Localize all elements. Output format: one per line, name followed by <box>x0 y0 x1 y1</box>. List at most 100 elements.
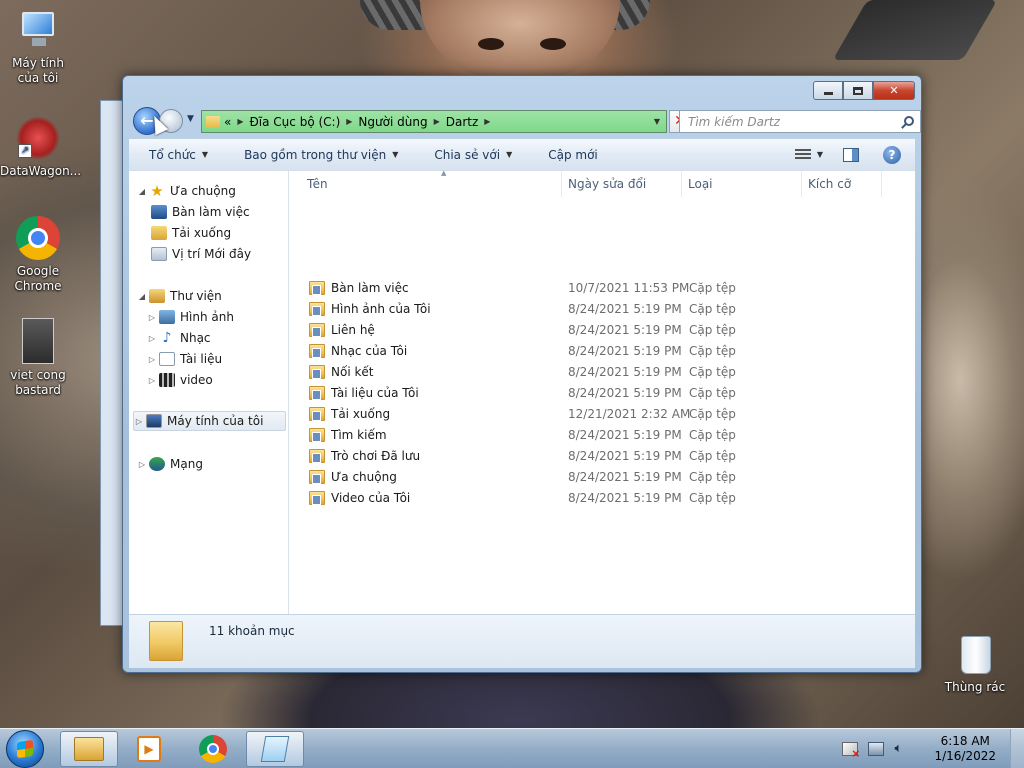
new-folder-button[interactable]: Cập mới <box>528 148 614 162</box>
nav-item-label: Vị trí Mới đây <box>172 247 252 261</box>
table-row[interactable]: Nối kết 8/24/2021 5:19 PM Cặp tệp <box>289 362 915 383</box>
computer-icon <box>16 8 60 52</box>
minimize-icon <box>823 92 833 95</box>
nav-item-videos[interactable]: ▷ video <box>147 370 305 390</box>
minimize-button[interactable] <box>813 81 843 100</box>
expand-triangle-icon[interactable]: ▷ <box>147 313 157 322</box>
desktop-icon-label: Google Chrome <box>14 264 62 293</box>
explorer-body: ◢ ★ Ưa chuộng Bàn làm việc Tải xuống Vị … <box>129 169 915 615</box>
view-options-icon[interactable] <box>794 148 811 161</box>
column-header-size[interactable]: Kích cỡ <box>802 171 882 197</box>
star-icon: ★ <box>150 182 164 200</box>
nav-favorites[interactable]: ◢ ★ Ưa chuộng <box>137 181 295 201</box>
table-row[interactable]: Bàn làm việc 10/7/2021 11:53 PM Cặp tệp <box>289 278 915 299</box>
nav-computer-label: Máy tính của tôi <box>167 414 264 428</box>
caption-buttons: ✕ <box>813 81 915 100</box>
organize-menu[interactable]: Tổ chức ▼ <box>129 148 224 162</box>
preview-pane-icon[interactable] <box>843 147 859 162</box>
address-dropdown-icon[interactable]: ▼ <box>654 117 660 126</box>
nav-network-label: Mạng <box>170 457 203 471</box>
search-input[interactable]: Tìm kiếm Dartz <box>679 110 921 133</box>
table-row[interactable]: Ưa chuộng 8/24/2021 5:19 PM Cặp tệp <box>289 467 915 488</box>
column-header-date-modified[interactable]: Ngày sửa đổi <box>562 171 682 197</box>
table-row[interactable]: Video của Tôi 8/24/2021 5:19 PM Cặp tệp <box>289 488 915 509</box>
media-player-icon: ▶ <box>137 736 161 762</box>
nav-item-documents[interactable]: ▷ Tài liệu <box>147 349 305 369</box>
desktop-icon-my-computer[interactable]: Máy tính của tôi <box>0 8 76 86</box>
close-button[interactable]: ✕ <box>873 81 915 100</box>
table-row[interactable]: Tìm kiếm 8/24/2021 5:19 PM Cặp tệp <box>289 425 915 446</box>
breadcrumb-drive[interactable]: Đĩa Cục bộ (C:) <box>250 115 341 129</box>
volume-icon[interactable]: 🔈︎ <box>894 742 910 756</box>
search-icon[interactable] <box>904 116 914 126</box>
expand-triangle-icon[interactable]: ▷ <box>147 334 157 343</box>
action-center-flag-icon[interactable] <box>842 742 860 760</box>
table-row[interactable]: Hình ảnh của Tôi 8/24/2021 5:19 PM Cặp t… <box>289 299 915 320</box>
table-row[interactable]: Tài liệu của Tôi 8/24/2021 5:19 PM Cặp t… <box>289 383 915 404</box>
folder-icon <box>309 302 325 316</box>
system-clock[interactable]: 6:18 AM 1/16/2022 <box>934 734 996 764</box>
expand-triangle-icon[interactable]: ▷ <box>137 460 147 469</box>
desktop-icon-recycle-bin[interactable]: Thùng rác <box>937 632 1013 695</box>
file-date: 10/7/2021 11:53 PM <box>568 281 690 295</box>
desktop-icon-datawagon[interactable]: ↗ DataWagon... <box>0 116 81 179</box>
start-button[interactable] <box>6 730 44 768</box>
breadcrumb-users[interactable]: Người dùng <box>358 115 427 129</box>
desktop-icon-google-chrome[interactable]: Google Chrome <box>0 216 76 294</box>
file-name: Nhạc của Tôi <box>309 344 407 358</box>
chevron-down-icon: ▼ <box>392 150 399 159</box>
nav-item-recent-places[interactable]: Vị trí Mới đây <box>149 244 307 264</box>
nav-item-downloads[interactable]: Tải xuống <box>149 223 307 243</box>
file-name: Tải xuống <box>309 407 390 421</box>
column-header-type[interactable]: Loại <box>682 171 802 197</box>
search-placeholder: Tìm kiếm Dartz <box>688 114 780 129</box>
nav-libraries[interactable]: ◢ Thư viện <box>137 286 295 306</box>
library-icon <box>149 289 165 303</box>
close-icon: ✕ <box>889 84 899 97</box>
nav-item-desktop[interactable]: Bàn làm việc <box>149 202 307 222</box>
nav-item-pictures[interactable]: ▷ Hình ảnh <box>147 307 305 327</box>
chevron-right-icon[interactable]: ▶ <box>434 117 440 126</box>
system-tray: 🔈︎ 6:18 AM 1/16/2022 <box>842 729 1024 768</box>
expand-triangle-icon[interactable]: ▷ <box>147 355 157 364</box>
datawagon-shortcut-icon: ↗ <box>16 116 60 160</box>
collapse-triangle-icon[interactable]: ◢ <box>137 187 147 196</box>
include-in-library-menu[interactable]: Bao gồm trong thư viện ▼ <box>224 148 414 162</box>
nav-network[interactable]: ▷ Mạng <box>137 454 295 474</box>
chevron-down-icon[interactable]: ▼ <box>817 150 823 159</box>
maximize-button[interactable] <box>843 81 873 100</box>
table-row[interactable]: Trò chơi Đã lưu 8/24/2021 5:19 PM Cặp tệ… <box>289 446 915 467</box>
column-header-label: Tên <box>307 177 328 191</box>
desktop-icon-image-file[interactable]: viet cong bastard <box>0 318 76 398</box>
address-bar[interactable]: « ▶ Đĩa Cục bộ (C:) ▶ Người dùng ▶ Dartz… <box>201 110 667 133</box>
address-overflow[interactable]: « <box>224 115 231 129</box>
wallpaper-face <box>420 0 620 78</box>
nav-item-music[interactable]: ▷ ♪ Nhạc <box>147 328 305 348</box>
sort-ascending-icon: ▲ <box>441 169 447 177</box>
wallpaper-rifle <box>832 0 998 60</box>
taskbar-notepad-button[interactable] <box>246 731 304 767</box>
chevron-right-icon[interactable]: ▶ <box>237 117 243 126</box>
share-with-menu[interactable]: Chia sẻ với ▼ <box>414 148 528 162</box>
nav-computer[interactable]: ▷ Máy tính của tôi <box>133 411 286 431</box>
collapse-triangle-icon[interactable]: ◢ <box>137 292 147 301</box>
expand-triangle-icon[interactable]: ▷ <box>147 376 157 385</box>
desktop-icon-label: viet cong bastard <box>10 368 66 397</box>
show-desktop-button[interactable] <box>1010 729 1024 768</box>
table-row[interactable]: Nhạc của Tôi 8/24/2021 5:19 PM Cặp tệp <box>289 341 915 362</box>
table-row[interactable]: Liên hệ 8/24/2021 5:19 PM Cặp tệp <box>289 320 915 341</box>
network-status-icon[interactable] <box>868 742 885 756</box>
column-header-name[interactable]: Tên ▲ <box>301 169 562 197</box>
network-icon <box>149 457 165 471</box>
expand-triangle-icon[interactable]: ▷ <box>134 417 144 426</box>
table-row[interactable]: Tải xuống 12/21/2021 2:32 AM Cặp tệp <box>289 404 915 425</box>
file-date: 8/24/2021 5:19 PM <box>568 428 682 442</box>
breadcrumb-dartz[interactable]: Dartz <box>446 115 479 129</box>
taskbar-media-player-button[interactable]: ▶ <box>120 731 178 767</box>
chevron-right-icon[interactable]: ▶ <box>484 117 490 126</box>
taskbar-chrome-button[interactable] <box>184 731 242 767</box>
taskbar-explorer-button[interactable] <box>60 731 118 767</box>
history-dropdown[interactable]: ▼ <box>187 114 194 124</box>
chevron-right-icon[interactable]: ▶ <box>346 117 352 126</box>
help-icon[interactable]: ? <box>883 145 901 164</box>
